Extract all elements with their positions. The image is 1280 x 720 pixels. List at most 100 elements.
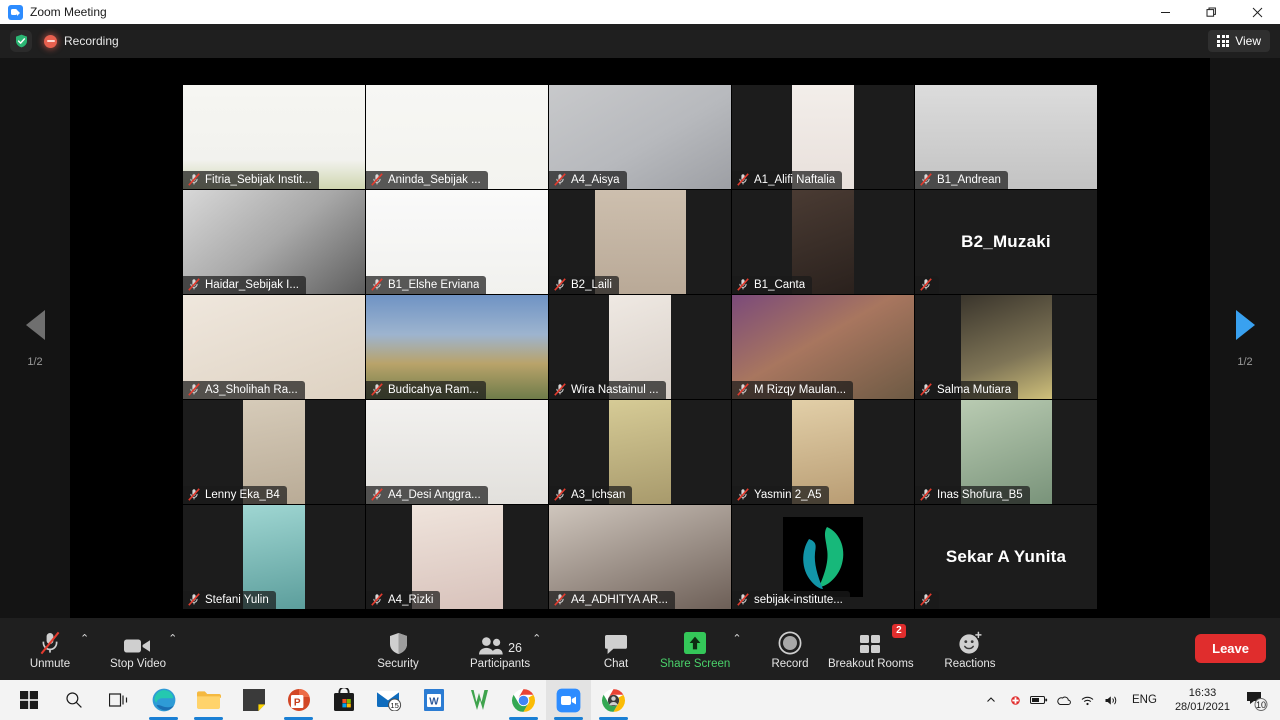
svg-text:15: 15 <box>390 701 398 710</box>
minimize-button[interactable] <box>1142 0 1188 24</box>
taskbar-file-explorer-icon[interactable] <box>186 680 231 720</box>
toolbar-group: Security <box>370 618 426 680</box>
mic-muted-icon <box>737 593 749 606</box>
mic-muted-icon <box>39 629 61 655</box>
recording-indicator[interactable]: Recording <box>44 34 119 48</box>
chevron-up-icon[interactable] <box>980 680 1002 720</box>
mic-muted-icon <box>554 383 566 396</box>
participant-tile[interactable]: Haidar_Sebijak I... <box>183 190 365 294</box>
encryption-shield-icon[interactable] <box>10 30 32 52</box>
participant-tile[interactable]: Fitria_Sebijak Instit... <box>183 85 365 189</box>
leave-button[interactable]: Leave <box>1195 634 1266 663</box>
participant-tile[interactable]: Stefani Yulin <box>183 505 365 609</box>
participant-name: B1_Elshe Erviana <box>388 278 480 291</box>
participant-tile[interactable]: A4_Rizki <box>366 505 548 609</box>
notification-icon[interactable]: 10 <box>1240 680 1274 720</box>
toolbar-share-screen-button[interactable]: Share Screen <box>660 618 730 680</box>
participant-tile[interactable]: Budicahya Ram... <box>366 295 548 399</box>
toolbar-label: Security <box>377 657 419 670</box>
toolbar-breakout-rooms-button[interactable]: 2 Breakout Rooms <box>828 618 914 680</box>
participant-name-large: Sekar A Yunita <box>945 547 1067 566</box>
chevron-up-icon[interactable]: ⌃ <box>732 632 741 645</box>
participant-tile[interactable]: B2_Laili <box>549 190 731 294</box>
taskbar-search-icon[interactable] <box>51 680 96 720</box>
recording-label: Recording <box>64 34 119 48</box>
toolbar-label: Chat <box>603 657 629 670</box>
participant-tile[interactable]: A3_Sholihah Ra... <box>183 295 365 399</box>
close-button[interactable] <box>1234 0 1280 24</box>
taskbar-wps-icon[interactable] <box>456 680 501 720</box>
window-title-bar: Zoom Meeting <box>0 0 1280 24</box>
participant-tile[interactable]: A4_ADHITYA AR... <box>549 505 731 609</box>
participant-name-bar: A1_Alifi Naftalia <box>732 171 843 189</box>
participant-name: Stefani Yulin <box>205 593 269 606</box>
mic-muted-icon <box>188 488 200 501</box>
view-button[interactable]: View <box>1208 30 1270 52</box>
taskbar-sticky-notes-icon[interactable] <box>231 680 276 720</box>
participant-name: A1_Alifi Naftalia <box>754 173 836 186</box>
toolbar-record-button[interactable]: Record <box>762 618 818 680</box>
participant-tile[interactable]: B1_Elshe Erviana <box>366 190 548 294</box>
previous-page-control[interactable]: 1/2 <box>0 58 70 620</box>
participant-tile[interactable]: Lenny Eka_B4 <box>183 400 365 504</box>
taskbar-microsoft-store-icon[interactable] <box>321 680 366 720</box>
toolbar-stop-video-button[interactable]: Stop Video <box>110 618 166 680</box>
chevron-up-icon[interactable]: ⌃ <box>168 632 177 645</box>
participant-tile[interactable]: B1_Andrean <box>915 85 1097 189</box>
mic-muted-icon <box>371 173 383 186</box>
clock[interactable]: 16:33 28/01/2021 <box>1167 686 1238 714</box>
taskbar-start-button[interactable] <box>6 680 51 720</box>
participant-tile[interactable]: B2_Muzaki <box>915 190 1097 294</box>
toolbar-group: 2 Breakout Rooms <box>828 618 914 680</box>
participant-tile[interactable]: Inas Shofura_B5 <box>915 400 1097 504</box>
participant-tile[interactable]: Sekar A Yunita <box>915 505 1097 609</box>
mic-muted-icon <box>188 173 200 186</box>
participant-name-bar: B2_Laili <box>549 276 619 294</box>
language-indicator[interactable]: ENG <box>1124 694 1165 706</box>
meeting-top-bar: Recording View <box>0 24 1280 58</box>
taskbar-powerpoint-icon[interactable]: P <box>276 680 321 720</box>
participant-tile[interactable]: Aninda_Sebijak ... <box>366 85 548 189</box>
chevron-up-icon[interactable]: ⌃ <box>80 632 89 645</box>
participant-name-bar: Yasmin 2_A5 <box>732 486 829 504</box>
taskbar-edge-icon[interactable] <box>141 680 186 720</box>
participant-tile[interactable]: sebijak-institute... <box>732 505 914 609</box>
participant-tile[interactable]: B1_Canta <box>732 190 914 294</box>
taskbar-zoom-icon[interactable] <box>546 680 591 720</box>
onedrive-icon[interactable] <box>1052 680 1074 720</box>
taskbar-word-icon[interactable]: W <box>411 680 456 720</box>
taskbar-chrome-profile-icon[interactable] <box>591 680 636 720</box>
speaker-icon[interactable] <box>1100 680 1122 720</box>
participant-name: A3_Ichsan <box>571 488 626 501</box>
participant-tile[interactable]: A4_Aisya <box>549 85 731 189</box>
toolbar-chat-button[interactable]: Chat <box>588 618 644 680</box>
taskbar-chrome-icon[interactable] <box>501 680 546 720</box>
participant-tile[interactable]: A3_Ichsan <box>549 400 731 504</box>
participant-tile[interactable]: Salma Mutiara <box>915 295 1097 399</box>
battery-icon[interactable] <box>1028 680 1050 720</box>
mic-muted-icon <box>371 383 383 396</box>
toolbar-reactions-button[interactable]: Reactions <box>942 618 998 680</box>
next-page-control[interactable]: 1/2 <box>1210 58 1280 620</box>
taskbar-task-view-icon[interactable] <box>96 680 141 720</box>
participant-name-bar: Haidar_Sebijak I... <box>183 276 306 294</box>
svg-text:10: 10 <box>1256 700 1266 710</box>
chevron-up-icon[interactable]: ⌃ <box>532 632 541 645</box>
participant-tile[interactable]: A4_Desi Anggra... <box>366 400 548 504</box>
toolbar-participants-button[interactable]: 26 Participants <box>470 618 530 680</box>
antivirus-icon[interactable] <box>1004 680 1026 720</box>
toolbar-security-button[interactable]: Security <box>370 618 426 680</box>
participant-tile[interactable]: M Rizqy Maulan... <box>732 295 914 399</box>
toolbar-label: Stop Video <box>110 657 167 670</box>
participant-tile[interactable]: Wira Nastainul ... <box>549 295 731 399</box>
maximize-button[interactable] <box>1188 0 1234 24</box>
meeting-toolbar: Unmute ⌃ Stop Video ⌃ Security 26 Participa… <box>0 618 1280 680</box>
share-screen-icon <box>683 629 707 655</box>
toolbar-unmute-button[interactable]: Unmute <box>22 618 78 680</box>
taskbar-mail-icon[interactable]: 15 <box>366 680 411 720</box>
participant-tile[interactable]: A1_Alifi Naftalia <box>732 85 914 189</box>
participant-tile[interactable]: Yasmin 2_A5 <box>732 400 914 504</box>
wifi-icon[interactable] <box>1076 680 1098 720</box>
mic-muted-icon <box>920 593 932 606</box>
toolbar-label: Breakout Rooms <box>828 657 914 670</box>
